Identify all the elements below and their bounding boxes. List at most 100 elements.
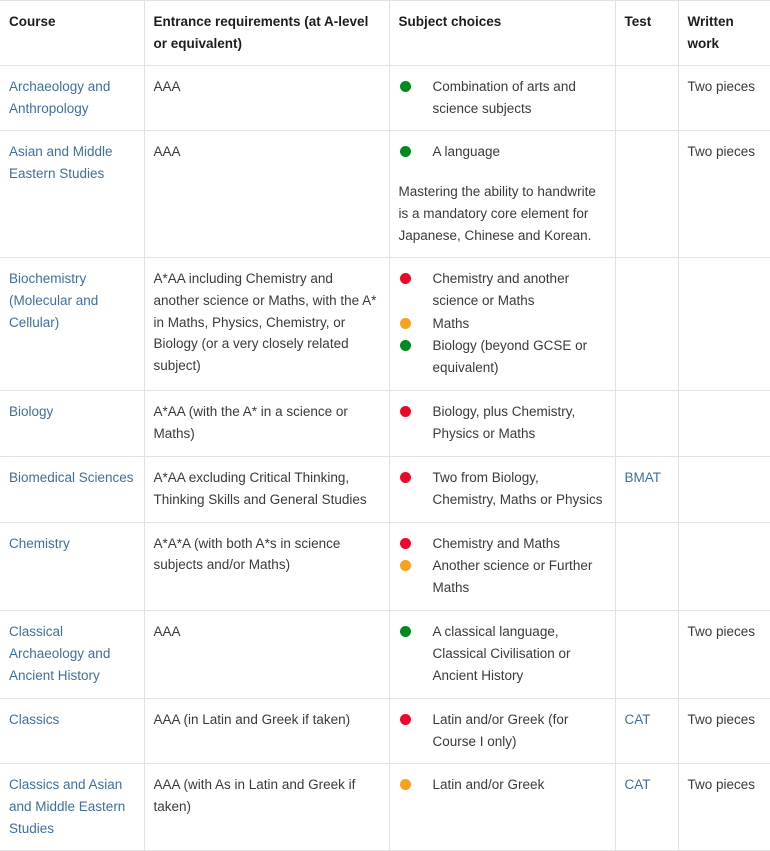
cell-test (614, 65, 679, 132)
table-row: Biochemistry (Molecular and Cellular) A*A… (0, 257, 770, 392)
cell-entrance-requirements: AAA (143, 130, 390, 258)
column-header-subject-choices: Subject choices (388, 0, 616, 66)
cell-course: Classics (0, 698, 145, 765)
subject-choice-label: Maths (432, 315, 470, 331)
cell-course: Archaeology and Anthropology (0, 65, 145, 132)
green-bullet-icon (399, 146, 411, 158)
subject-choice-list: Chemistry and Maths Another science or Fu… (399, 533, 606, 600)
cell-test: CAT (614, 763, 679, 851)
subject-choice-label: A classical language, Classical Civilisa… (432, 624, 571, 683)
cell-subject-choices: A language Mastering the ability to handw… (388, 130, 616, 258)
test-link[interactable]: BMAT (625, 470, 662, 485)
cell-subject-choices: Combination of arts and science subjects (388, 65, 616, 132)
cell-entrance-requirements: AAA (in Latin and Greek if taken) (143, 698, 390, 765)
red-bullet-icon (399, 471, 411, 483)
subject-choice-label: Combination of arts and science subjects (432, 78, 576, 116)
subject-choice-item: Latin and/or Greek (for Course I only) (399, 709, 606, 753)
subject-choice-item: A language (399, 141, 606, 163)
course-link[interactable]: Asian and Middle Eastern Studies (9, 144, 113, 181)
course-link[interactable]: Chemistry (9, 536, 70, 551)
red-bullet-icon (399, 713, 411, 725)
cell-entrance-requirements: AAA (143, 65, 390, 132)
subject-choice-label: Chemistry and another science or Maths (432, 270, 570, 308)
cell-entrance-requirements: A*A*A (with both A*s in science subjects… (143, 522, 390, 612)
subject-choice-label: Chemistry and Maths (432, 535, 561, 551)
course-link[interactable]: Classical Archaeology and Ancient Histor… (9, 624, 110, 683)
cell-written-work: Two pieces (677, 610, 770, 699)
table-row: Biomedical Sciences A*AA excluding Critic… (0, 456, 770, 523)
cell-entrance-requirements: A*AA (with the A* in a science or Maths) (143, 390, 390, 457)
cell-test (614, 610, 679, 699)
subject-choice-list: Latin and/or Greek (399, 774, 606, 796)
course-link[interactable]: Archaeology and Anthropology (9, 79, 110, 116)
subject-choice-list: Combination of arts and science subjects (399, 76, 606, 120)
table-row: Asian and Middle Eastern Studies AAA A lan… (0, 130, 770, 258)
subject-choice-label: A language (432, 144, 501, 160)
subject-choice-list: Latin and/or Greek (for Course I only) (399, 709, 606, 753)
amber-bullet-icon (399, 317, 411, 329)
course-link[interactable]: Classics and Asian and Middle Eastern St… (9, 777, 125, 836)
subject-choice-item: Biology (beyond GCSE or equivalent) (399, 335, 606, 379)
subject-choice-list: Two from Biology, Chemistry, Maths or Ph… (399, 467, 606, 511)
cell-written-work: Two pieces (677, 698, 770, 765)
subject-choice-label: Latin and/or Greek (432, 777, 545, 793)
subject-choice-item: Another science or Further Maths (399, 555, 606, 599)
subject-choice-item: Combination of arts and science subjects (399, 76, 606, 120)
subject-choice-list: A language (399, 141, 606, 163)
cell-written-work (677, 257, 770, 392)
cell-course: Classical Archaeology and Ancient Histor… (0, 610, 145, 699)
cell-test (614, 390, 679, 457)
subject-choice-item: Biology, plus Chemistry, Physics or Math… (399, 401, 606, 445)
course-link[interactable]: Biochemistry (Molecular and Cellular) (9, 271, 98, 330)
amber-bullet-icon (399, 560, 411, 572)
subject-choice-item: Maths (399, 313, 606, 335)
red-bullet-icon (399, 272, 411, 284)
cell-entrance-requirements: A*AA including Chemistry and another sci… (143, 257, 390, 392)
cell-subject-choices: Chemistry and another science or Maths Ma… (388, 257, 616, 392)
table-body: Archaeology and Anthropology AAA Combinati… (0, 65, 770, 851)
subject-choice-list: A classical language, Classical Civilisa… (399, 621, 606, 687)
column-header-entrance-requirements: Entrance requirements (at A-level or equ… (143, 0, 390, 66)
subject-choice-item: Two from Biology, Chemistry, Maths or Ph… (399, 467, 606, 511)
cell-test (614, 522, 679, 612)
table-row: Classics and Asian and Middle Eastern St… (0, 763, 770, 851)
cell-entrance-requirements: A*AA excluding Critical Thinking, Thinki… (143, 456, 390, 523)
cell-course: Biochemistry (Molecular and Cellular) (0, 257, 145, 392)
table-row: Chemistry A*A*A (with both A*s in science… (0, 522, 770, 612)
subject-choice-item: A classical language, Classical Civilisa… (399, 621, 606, 687)
course-link[interactable]: Biology (9, 404, 53, 419)
cell-subject-choices: Latin and/or Greek (388, 763, 616, 851)
table-header: Course Entrance requirements (at A-level… (0, 0, 770, 66)
subject-choice-label: Latin and/or Greek (for Course I only) (432, 711, 569, 749)
course-requirements-table: Course Entrance requirements (at A-level… (0, 0, 770, 851)
cell-test: BMAT (614, 456, 679, 523)
cell-written-work: Two pieces (677, 65, 770, 132)
cell-test: CAT (614, 698, 679, 765)
subject-choice-item: Chemistry and another science or Maths (399, 268, 606, 312)
subject-choice-note: Mastering the ability to handwrite is a … (398, 184, 596, 244)
table-row: Archaeology and Anthropology AAA Combinati… (0, 65, 770, 132)
green-bullet-icon (399, 340, 411, 352)
subject-choice-list: Biology, plus Chemistry, Physics or Math… (399, 401, 606, 445)
cell-written-work (677, 456, 770, 523)
cell-subject-choices: Chemistry and Maths Another science or Fu… (388, 522, 616, 612)
subject-choice-label: Biology (beyond GCSE or equivalent) (432, 338, 588, 376)
subject-choice-label: Another science or Further Maths (432, 558, 593, 596)
red-bullet-icon (399, 537, 411, 549)
test-link[interactable]: CAT (625, 777, 651, 792)
test-link[interactable]: CAT (625, 712, 651, 727)
green-bullet-icon (399, 626, 411, 638)
cell-test (614, 130, 679, 258)
column-header-course: Course (0, 0, 145, 66)
course-link[interactable]: Classics (9, 712, 59, 727)
cell-written-work (677, 390, 770, 457)
cell-entrance-requirements: AAA (143, 610, 390, 699)
table-header-row: Course Entrance requirements (at A-level… (0, 0, 770, 66)
course-link[interactable]: Biomedical Sciences (9, 470, 134, 485)
subject-choice-label: Two from Biology, Chemistry, Maths or Ph… (432, 469, 603, 507)
cell-written-work: Two pieces (677, 763, 770, 851)
cell-subject-choices: Two from Biology, Chemistry, Maths or Ph… (388, 456, 616, 523)
cell-course: Biomedical Sciences (0, 456, 145, 523)
red-bullet-icon (399, 406, 411, 418)
column-header-test: Test (614, 0, 679, 66)
